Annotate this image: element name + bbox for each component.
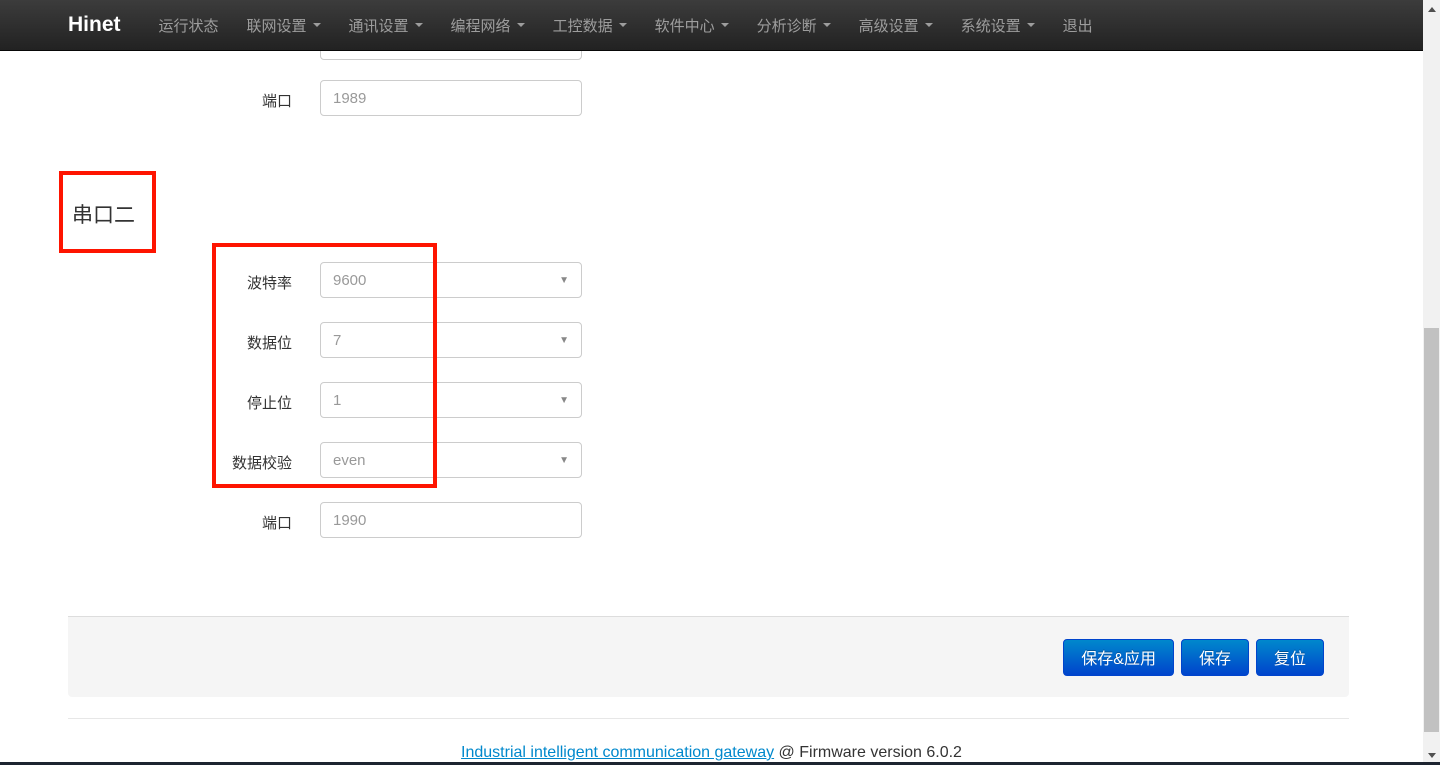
- footer-gateway-link[interactable]: Industrial intelligent communication gat…: [461, 744, 774, 761]
- caret-down-icon: [1027, 23, 1035, 27]
- nav-item-industrial-data[interactable]: 工控数据: [539, 0, 641, 51]
- stop-bits-select[interactable]: 1 ▼: [320, 382, 582, 418]
- baud-rate-value: 9600: [333, 272, 366, 289]
- nav-item-system-settings[interactable]: 系统设置: [947, 0, 1049, 51]
- reset-button[interactable]: 复位: [1256, 639, 1324, 676]
- port2-label: 端口: [100, 512, 292, 533]
- save-apply-button[interactable]: 保存&应用: [1063, 639, 1174, 676]
- baud-rate-label: 波特率: [100, 272, 292, 293]
- caret-down-icon: [925, 23, 933, 27]
- port1-input[interactable]: [320, 80, 582, 116]
- baud-rate-select[interactable]: 9600 ▼: [320, 262, 582, 298]
- chevron-down-icon: ▼: [559, 395, 569, 406]
- nav-item-logout[interactable]: 退出: [1049, 0, 1107, 51]
- data-bits-select[interactable]: 7 ▼: [320, 322, 582, 358]
- caret-down-icon: [517, 23, 525, 27]
- stop-bits-value: 1: [333, 392, 341, 409]
- arrow-up-icon[interactable]: [1428, 7, 1436, 12]
- top-navbar: Hinet 运行状态 联网设置 通讯设置 编程网络 工控数据 软件中心 分析诊断…: [0, 0, 1423, 51]
- nav-item-run-status[interactable]: 运行状态: [145, 0, 233, 51]
- brand-logo[interactable]: Hinet: [68, 13, 121, 37]
- chevron-down-icon: ▼: [559, 275, 569, 286]
- nav-item-network-settings[interactable]: 联网设置: [233, 0, 335, 51]
- firmware-version-text: @ Firmware version 6.0.2: [779, 744, 962, 761]
- footer-text: Industrial intelligent communication gat…: [0, 744, 1423, 762]
- caret-down-icon: [619, 23, 627, 27]
- page: Hinet 运行状态 联网设置 通讯设置 编程网络 工控数据 软件中心 分析诊断…: [0, 0, 1440, 765]
- data-bits-value: 7: [333, 332, 341, 349]
- nav-item-advanced-settings[interactable]: 高级设置: [845, 0, 947, 51]
- footer-divider: [68, 718, 1349, 719]
- parity-label: 数据校验: [100, 452, 292, 473]
- stop-bits-label: 停止位: [100, 392, 292, 413]
- caret-down-icon: [721, 23, 729, 27]
- nav-item-programming-network[interactable]: 编程网络: [437, 0, 539, 51]
- caret-down-icon: [415, 23, 423, 27]
- vertical-scrollbar[interactable]: [1423, 0, 1440, 765]
- nav-item-analysis-diagnosis[interactable]: 分析诊断: [743, 0, 845, 51]
- caret-down-icon: [313, 23, 321, 27]
- caret-down-icon: [823, 23, 831, 27]
- save-button[interactable]: 保存: [1181, 639, 1249, 676]
- scrollbar-thumb[interactable]: [1424, 328, 1439, 732]
- nav-item-comm-settings[interactable]: 通讯设置: [335, 0, 437, 51]
- data-bits-label: 数据位: [100, 332, 292, 353]
- chevron-down-icon: ▼: [559, 455, 569, 466]
- serial-port-2-heading: 串口二: [72, 199, 135, 229]
- port2-input[interactable]: [320, 502, 582, 538]
- arrow-down-icon[interactable]: [1428, 753, 1436, 758]
- port1-label: 端口: [100, 90, 292, 111]
- chevron-down-icon: ▼: [559, 335, 569, 346]
- action-bar: 保存&应用 保存 复位: [68, 616, 1349, 697]
- parity-value: even: [333, 452, 366, 469]
- nav-item-software-center[interactable]: 软件中心: [641, 0, 743, 51]
- parity-select[interactable]: even ▼: [320, 442, 582, 478]
